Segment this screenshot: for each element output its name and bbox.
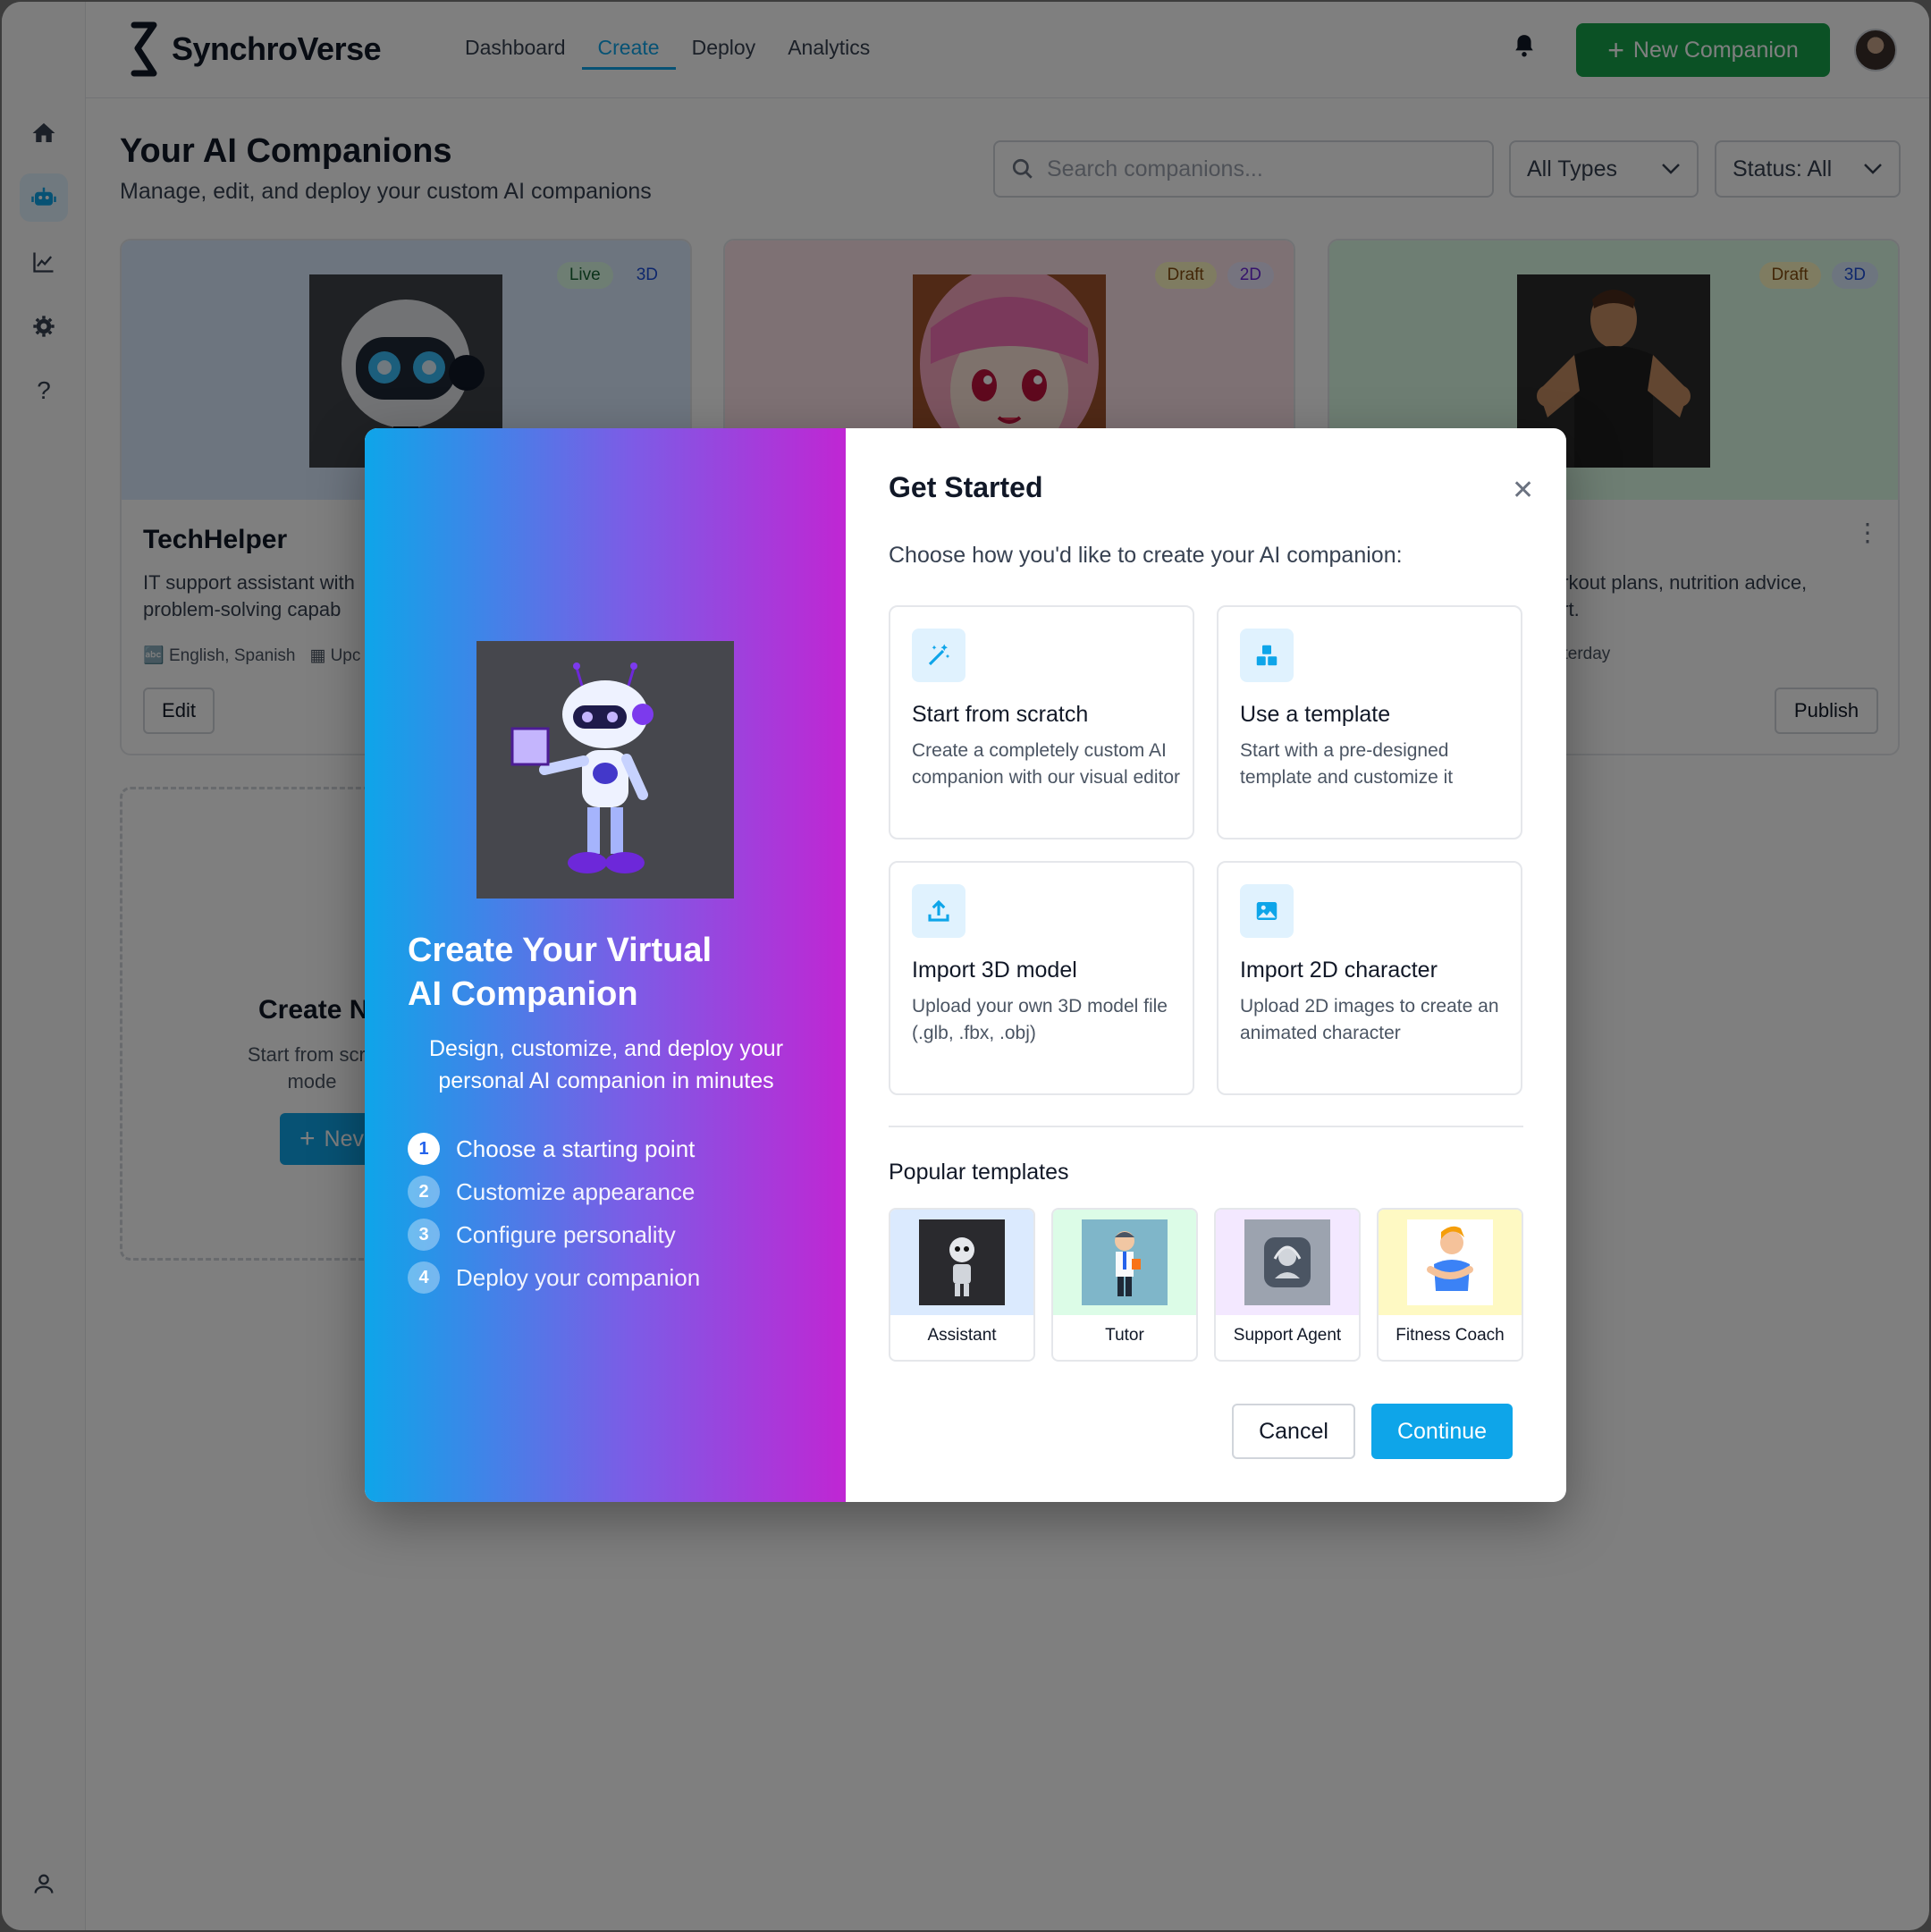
hero-title: Create Your Virtual AI Companion <box>408 932 713 1013</box>
divider <box>889 1126 1523 1127</box>
step-label: Choose a starting point <box>456 1135 696 1162</box>
cubes-icon <box>1240 629 1294 682</box>
template-label: Tutor <box>1105 1326 1144 1345</box>
step-label: Deploy your companion <box>456 1263 701 1291</box>
template-assistant[interactable]: Assistant <box>889 1208 1035 1362</box>
template-label: Assistant <box>927 1326 997 1345</box>
popular-templates-title: Popular templates <box>889 1160 1069 1185</box>
step-number: 1 <box>408 1133 440 1165</box>
fitness-coach-image <box>1407 1219 1493 1305</box>
modal-title: Get Started <box>889 471 1043 503</box>
option-title: Import 3D model <box>912 958 1077 983</box>
option-title: Use a template <box>1240 702 1391 727</box>
template-fitness-coach[interactable]: Fitness Coach <box>1377 1208 1523 1362</box>
robot-illustration <box>476 641 734 899</box>
step-item: 2 Customize appearance <box>408 1170 700 1213</box>
assistant-robot-image <box>919 1219 1005 1305</box>
option-desc: Create a completely custom AI companion … <box>912 740 1180 788</box>
option-start-from-scratch[interactable]: Start from scratch Create a completely c… <box>889 605 1194 839</box>
step-number: 4 <box>408 1261 440 1294</box>
modal-hero-panel: Create Your Virtual AI Companion Design,… <box>365 428 846 1502</box>
get-started-modal: Create Your Virtual AI Companion Design,… <box>365 428 1566 1502</box>
modal-content-panel: Get Started ✕ Choose how you'd like to c… <box>846 428 1566 1502</box>
step-list: 1 Choose a starting point 2 Customize ap… <box>408 1127 700 1299</box>
option-title: Import 2D character <box>1240 958 1438 983</box>
option-use-template[interactable]: Use a template Start with a pre-designed… <box>1217 605 1522 839</box>
option-import-3d-model[interactable]: Import 3D model Upload your own 3D model… <box>889 861 1194 1095</box>
template-label: Support Agent <box>1233 1326 1342 1345</box>
step-item: 1 Choose a starting point <box>408 1127 700 1170</box>
hero-subtitle: Design, customize, and deploy your perso… <box>428 1036 784 1093</box>
step-label: Customize appearance <box>456 1177 696 1205</box>
step-number: 2 <box>408 1176 440 1208</box>
option-title: Start from scratch <box>912 702 1089 727</box>
step-item: 3 Configure personality <box>408 1213 700 1256</box>
tutor-image <box>1082 1219 1168 1305</box>
magic-wand-icon <box>912 629 966 682</box>
step-item: 4 Deploy your companion <box>408 1256 700 1299</box>
modal-subtitle: Choose how you'd like to create your AI … <box>889 543 1403 568</box>
template-label: Fitness Coach <box>1396 1326 1505 1345</box>
close-icon[interactable]: ✕ <box>1512 475 1534 506</box>
template-tutor[interactable]: Tutor <box>1051 1208 1198 1362</box>
cancel-button[interactable]: Cancel <box>1232 1404 1355 1459</box>
option-import-2d-character[interactable]: Import 2D character Upload 2D images to … <box>1217 861 1522 1095</box>
upload-icon <box>912 884 966 938</box>
option-desc: Upload 2D images to create an animated c… <box>1240 996 1499 1043</box>
option-desc: Start with a pre-designed template and c… <box>1240 740 1454 788</box>
continue-button[interactable]: Continue <box>1371 1404 1513 1459</box>
step-number: 3 <box>408 1219 440 1251</box>
support-agent-image <box>1244 1219 1330 1305</box>
step-label: Configure personality <box>456 1220 676 1248</box>
template-support-agent[interactable]: Support Agent <box>1214 1208 1361 1362</box>
image-icon <box>1240 884 1294 938</box>
option-desc: Upload your own 3D model file (.glb, .fb… <box>912 996 1168 1043</box>
